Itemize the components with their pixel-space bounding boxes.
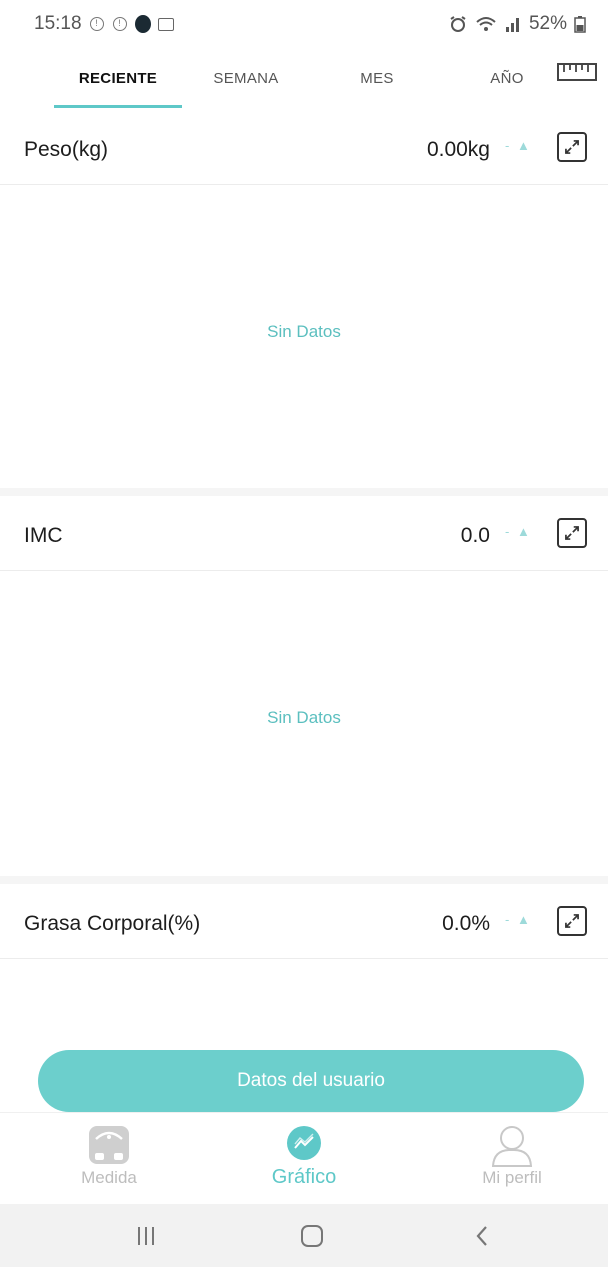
trend-up-icon: - ▲: [505, 524, 532, 539]
nav-medida[interactable]: Medida: [34, 1113, 184, 1205]
bmi-card: IMC 0.0 - ▲ Sin Datos: [0, 496, 608, 876]
person-icon: [491, 1126, 533, 1167]
recent-apps-icon: [138, 1227, 154, 1245]
divider: [0, 488, 608, 496]
bmi-card-header: IMC 0.0 - ▲: [0, 496, 608, 571]
divider: [0, 876, 608, 884]
trend-up-icon: - ▲: [505, 138, 532, 153]
no-data-text: Sin Datos: [267, 708, 341, 727]
nav-mi-perfil-label: Mi perfil: [482, 1168, 542, 1187]
battery-percent: 52%: [528, 13, 567, 34]
tab-mes[interactable]: MES: [332, 64, 422, 94]
wifi-icon: [476, 17, 496, 31]
info-icon: !: [89, 16, 105, 32]
bottom-nav: Medida Gráfico Mi perfil: [0, 1112, 608, 1204]
alarm-icon: [450, 16, 466, 32]
battery-icon: [574, 16, 586, 33]
nav-grafico-label: Gráfico: [271, 1166, 337, 1188]
status-right: 52%: [448, 13, 586, 35]
tab-reciente[interactable]: RECIENTE: [54, 64, 182, 94]
app-notification-icon: [134, 15, 151, 33]
body-fat-title: Grasa Corporal(%): [24, 912, 201, 935]
weight-value: 0.00kg: [426, 138, 490, 161]
gallery-icon: [157, 16, 174, 32]
expand-icon[interactable]: [557, 518, 587, 548]
status-time: 15:18: [34, 13, 82, 34]
chart-icon: [287, 1126, 321, 1160]
recent-apps-button[interactable]: [126, 1222, 166, 1250]
system-nav-bar: [0, 1204, 608, 1267]
ruler-icon[interactable]: [557, 63, 597, 87]
nav-medida-label: Medida: [81, 1168, 137, 1187]
nav-grafico[interactable]: Gráfico: [229, 1113, 379, 1205]
weight-title: Peso(kg): [24, 138, 109, 161]
active-tab-indicator: [54, 105, 182, 108]
weight-card: Peso(kg) 0.00kg - ▲ Sin Datos: [0, 110, 608, 488]
tab-semana[interactable]: SEMANA: [196, 64, 296, 94]
info-icon-2: !: [112, 16, 128, 32]
home-button[interactable]: [292, 1222, 332, 1250]
no-data-text: Sin Datos: [267, 322, 341, 341]
nav-mi-perfil[interactable]: Mi perfil: [437, 1113, 587, 1205]
weight-card-header: Peso(kg) 0.00kg - ▲: [0, 110, 608, 185]
user-data-button[interactable]: Datos del usuario: [38, 1050, 584, 1112]
home-icon: [301, 1225, 323, 1247]
trend-up-icon: - ▲: [505, 912, 532, 927]
status-left: 15:18 ! !: [34, 13, 174, 35]
status-bar: 15:18 ! ! 52%: [0, 0, 608, 48]
expand-icon[interactable]: [557, 906, 587, 936]
back-button[interactable]: [462, 1222, 502, 1250]
bmi-title: IMC: [24, 524, 63, 547]
period-tabs: RECIENTE SEMANA MES AÑO: [0, 48, 608, 110]
expand-icon[interactable]: [557, 132, 587, 162]
body-fat-card-header: Grasa Corporal(%) 0.0% - ▲: [0, 884, 608, 959]
body-fat-value: 0.0%: [442, 912, 490, 935]
bmi-value: 0.0: [460, 524, 490, 547]
tab-ano[interactable]: AÑO: [462, 64, 552, 94]
scale-icon: [89, 1126, 129, 1164]
signal-icon: [505, 18, 519, 32]
back-icon: [476, 1226, 487, 1246]
